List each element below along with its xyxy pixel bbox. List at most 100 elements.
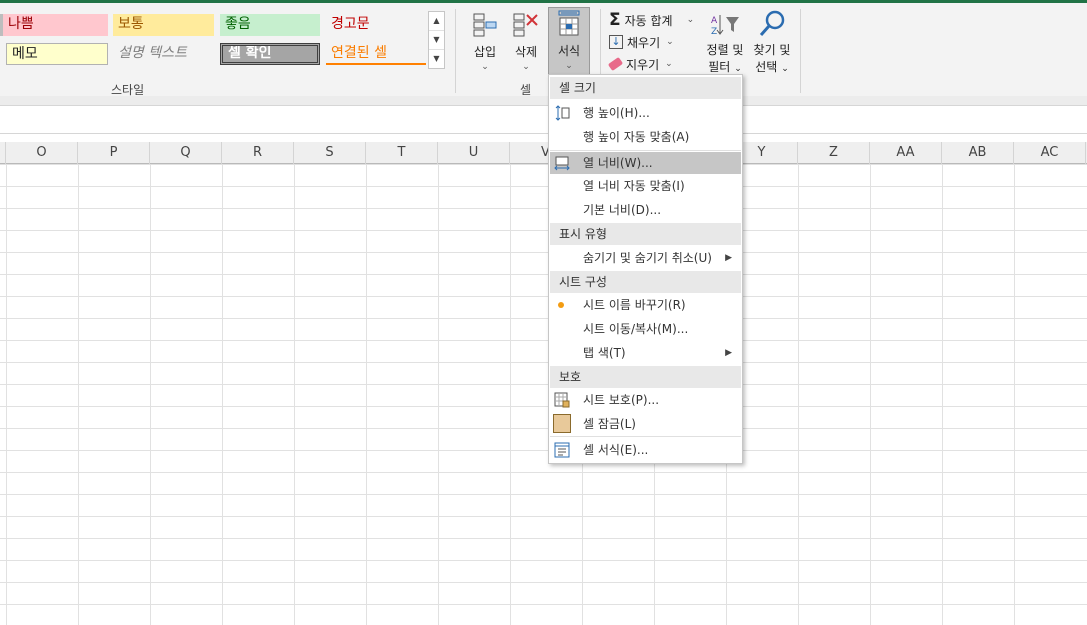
column-header-aa[interactable]: AA (870, 142, 942, 164)
find-select-button[interactable]: 찾기 및 선택 ⌄ (750, 9, 794, 75)
protect-sheet-label: 시트 보호(P)... (583, 393, 660, 407)
scroll-down-icon[interactable]: ▼ (429, 31, 444, 50)
column-header-o[interactable]: O (6, 142, 78, 164)
sort-filter-icon: A Z (703, 9, 747, 39)
insert-button[interactable]: 삽입 ⌄ (466, 9, 504, 75)
clear-label: 지우기 (626, 57, 660, 72)
grid-line (6, 164, 7, 625)
style-warning[interactable]: 경고문 (326, 14, 426, 36)
autofit-column-width-item[interactable]: 열 너비 자동 맞춤(I) (550, 175, 741, 197)
chevron-down-icon: ⌄ (665, 59, 673, 69)
menu-separator (550, 150, 741, 151)
protect-sheet-icon (554, 392, 570, 408)
find-select-label-2: 선택 ⌄ (755, 60, 789, 74)
rename-sheet-label: 시트 이름 바꾸기(R) (583, 298, 686, 312)
grid-line (150, 164, 151, 625)
format-cells-dialog-icon (554, 442, 570, 458)
style-linked-cell[interactable]: 연결된 셀 (326, 43, 426, 65)
style-explanatory[interactable]: 설명 텍스트 (113, 43, 214, 65)
format-label: 서식 (557, 44, 581, 58)
insert-label: 삽입 (473, 45, 497, 59)
style-good[interactable]: 좋음 (220, 14, 320, 36)
lock-cell-item[interactable]: 셀 잠금(L) (550, 413, 741, 435)
cell-grid[interactable] (0, 164, 1087, 625)
column-header-q[interactable]: Q (150, 142, 222, 164)
protect-sheet-item[interactable]: 시트 보호(P)... (550, 389, 741, 411)
style-note[interactable]: 메모 (6, 43, 108, 65)
column-header-ac[interactable]: AC (1014, 142, 1086, 164)
find-select-label-1: 찾기 및 (753, 43, 791, 57)
visibility-header: 표시 유형 (550, 223, 741, 245)
chevron-down-icon: ⌄ (481, 62, 489, 72)
hide-unhide-item[interactable]: 숨기기 및 숨기기 취소(U) ▶ (550, 247, 741, 269)
column-header-ab[interactable]: AB (942, 142, 1014, 164)
column-header-row: O P Q R S T U V W X Y Z AA AB AC (0, 142, 1087, 164)
column-header-p[interactable]: P (78, 142, 150, 164)
lock-icon (553, 414, 571, 433)
insert-cells-icon (466, 9, 504, 39)
grid-line (1014, 164, 1015, 625)
hide-unhide-label: 숨기기 및 숨기기 취소(U) (583, 251, 712, 265)
delete-label: 삭제 (514, 45, 538, 59)
ribbon: 나쁨 보통 좋음 경고문 메모 설명 텍스트 셀 확인 연결된 셀 ▲ ▼ ▼ … (0, 0, 1087, 97)
grid-line (366, 164, 367, 625)
row-height-item[interactable]: 행 높이(H)... (550, 102, 741, 124)
column-header-u[interactable]: U (438, 142, 510, 164)
fill-down-icon: ↓ (609, 35, 623, 49)
fill-label: 채우기 (627, 35, 661, 50)
delete-button[interactable]: 삭제 ⌄ (507, 9, 545, 75)
grid-line (942, 164, 943, 625)
column-header-z[interactable]: Z (798, 142, 870, 164)
column-header-r[interactable]: R (222, 142, 294, 164)
autofit-row-height-item[interactable]: 행 높이 자동 맞춤(A) (550, 126, 741, 148)
lock-cell-label: 셀 잠금(L) (583, 417, 636, 431)
move-copy-sheet-item[interactable]: 시트 이동/복사(M)... (550, 318, 741, 340)
chevron-down-icon: ⌄ (666, 37, 674, 47)
clear-button[interactable]: 지우기 ⌄ (607, 54, 673, 74)
style-neutral[interactable]: 보통 (113, 14, 214, 36)
cell-size-header: 셀 크기 (550, 77, 741, 99)
group-divider (800, 9, 801, 93)
gallery-more-icon[interactable]: ▼ (429, 50, 444, 69)
default-width-item[interactable]: 기본 너비(D)... (550, 199, 741, 221)
style-check-cell[interactable]: 셀 확인 (220, 43, 320, 65)
menu-separator (550, 436, 741, 437)
style-bad[interactable]: 나쁨 (0, 14, 108, 36)
bullet-icon (558, 302, 564, 308)
rename-sheet-item[interactable]: 시트 이름 바꾸기(R) (550, 294, 741, 316)
grid-line (222, 164, 223, 625)
organize-sheets-header: 시트 구성 (550, 271, 741, 293)
column-header-s[interactable]: S (294, 142, 366, 164)
sort-filter-label-1: 정렬 및 (706, 43, 744, 57)
column-width-item[interactable]: 열 너비(W)... (550, 152, 741, 174)
sort-filter-button[interactable]: A Z 정렬 및 필터 ⌄ (703, 9, 747, 75)
gallery-scrollbar[interactable]: ▲ ▼ ▼ (428, 11, 445, 69)
autofit-row-height-label: 행 높이 자동 맞춤(A) (583, 130, 690, 144)
scroll-up-icon[interactable]: ▲ (429, 12, 444, 31)
format-cells-icon (549, 8, 589, 38)
chevron-down-icon: ⌄ (781, 64, 789, 74)
tab-color-label: 탭 색(T) (583, 346, 626, 360)
column-header-t[interactable]: T (366, 142, 438, 164)
delete-cells-icon (507, 9, 545, 39)
submenu-arrow-icon: ▶ (725, 253, 732, 263)
eraser-icon (607, 56, 624, 72)
autosum-button[interactable]: Σ 자동 합계 ⌄ (609, 10, 694, 30)
row-height-icon (554, 105, 570, 121)
group-divider (455, 9, 456, 93)
formula-bar[interactable] (0, 106, 1087, 134)
protection-header: 보호 (550, 366, 741, 388)
row-height-label: 행 높이(H)... (583, 106, 650, 120)
chevron-down-icon: ⌄ (686, 15, 695, 25)
sort-filter-label-2: 필터 ⌄ (708, 60, 742, 74)
format-button[interactable]: 서식 ⌄ (548, 7, 590, 77)
format-dropdown-menu: 셀 크기 행 높이(H)... 행 높이 자동 맞춤(A) 열 너비(W)...… (548, 74, 743, 464)
grid-line (78, 164, 79, 625)
chevron-down-icon: ⌄ (734, 64, 742, 74)
default-width-label: 기본 너비(D)... (583, 203, 662, 217)
grid-line (798, 164, 799, 625)
fill-button[interactable]: ↓ 채우기 ⌄ (609, 32, 674, 52)
format-cells-item[interactable]: 셀 서식(E)... (550, 439, 741, 461)
magnifier-icon (750, 9, 794, 39)
tab-color-item[interactable]: 탭 색(T) ▶ (550, 342, 741, 364)
